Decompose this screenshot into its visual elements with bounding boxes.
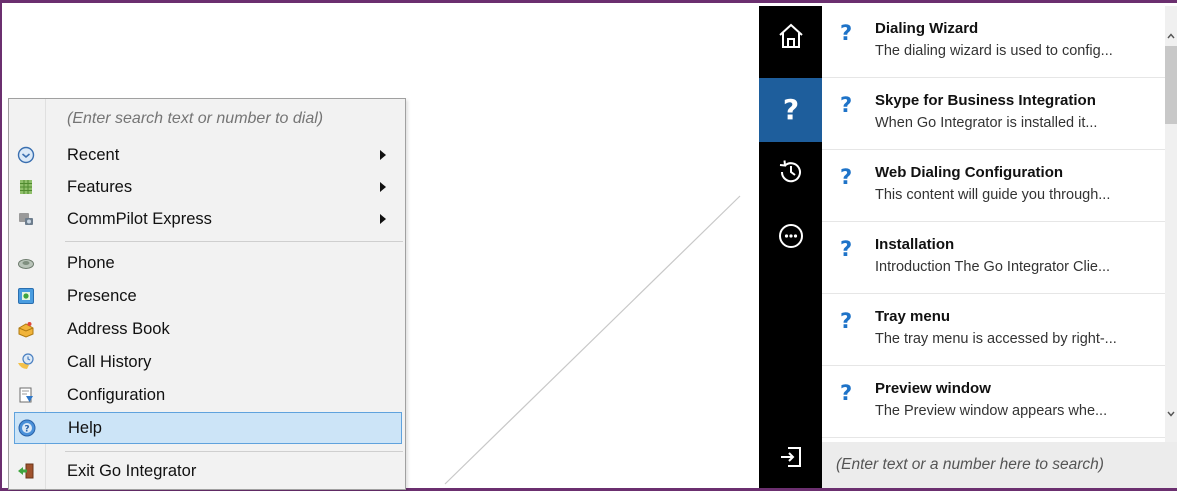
menu-item-phone[interactable]: Phone [9, 247, 405, 279]
article-summary: The Preview window appears whe... [875, 403, 1108, 419]
article-summary: Introduction The Go Integrator Clie... [875, 259, 1111, 275]
menu-item-configuration[interactable]: Configuration [9, 379, 405, 411]
frame-border-left [0, 0, 2, 491]
help-article-item[interactable]: ? Skype for Business Integration When Go… [822, 78, 1165, 150]
features-grid-icon [17, 178, 35, 196]
question-mark-icon: ? [840, 309, 853, 333]
menu-item-label: Features [67, 178, 133, 196]
question-mark-icon: ? [840, 237, 853, 261]
menu-separator [65, 451, 403, 452]
menu-item-exit-go-integrator[interactable]: Exit Go Integrator [9, 455, 405, 487]
menu-item-label: Phone [67, 254, 115, 272]
address-book-icon [17, 320, 35, 338]
dial-search-input[interactable] [67, 107, 367, 131]
menu-item-label: Exit Go Integrator [67, 462, 197, 480]
sidebar-help-button[interactable]: ? [759, 78, 822, 142]
home-icon [776, 21, 806, 56]
article-title: Preview window [875, 380, 991, 397]
help-search-bar [822, 442, 1177, 488]
scrollbar-thumb[interactable] [1165, 46, 1177, 124]
presence-icon [17, 287, 35, 305]
help-icon: ? [776, 91, 806, 130]
article-title: Dialing Wizard [875, 20, 979, 37]
article-title: Tray menu [875, 308, 951, 325]
menu-item-label: Help [68, 419, 102, 437]
clock-icon [17, 146, 35, 164]
help-search-input[interactable] [836, 453, 1166, 477]
menu-item-address-book[interactable]: Address Book [9, 313, 405, 345]
article-summary: This content will guide you through... [875, 187, 1111, 203]
help-article-item[interactable]: ? Preview window The Preview window appe… [822, 366, 1165, 438]
menu-item-label: Call History [67, 353, 152, 371]
phone-icon [17, 254, 35, 272]
commpilot-icon [17, 210, 35, 228]
frame-border-top [0, 0, 1177, 3]
article-title: Skype for Business Integration [875, 92, 1096, 109]
menu-item-features[interactable]: Features [9, 171, 405, 203]
help-article-item[interactable]: ? Tray menu The tray menu is accessed by… [822, 294, 1165, 366]
menu-separator [65, 241, 403, 242]
menu-item-label: Address Book [67, 320, 170, 338]
article-summary: The dialing wizard is used to config... [875, 43, 1113, 59]
submenu-arrow-icon [380, 214, 386, 224]
help-list-scrollbar[interactable] [1165, 6, 1177, 442]
article-summary: The tray menu is accessed by right-... [875, 331, 1117, 347]
article-summary: When Go Integrator is installed it... [875, 115, 1098, 131]
more-icon [776, 221, 806, 256]
help-article-list: ? Dialing Wizard The dialing wizard is u… [822, 6, 1165, 442]
article-title: Installation [875, 236, 955, 253]
menu-item-label: Presence [67, 287, 137, 305]
sidebar-more-button[interactable] [759, 206, 822, 270]
sidebar-sign-out-button[interactable] [759, 430, 822, 488]
chevron-up-icon[interactable] [1167, 26, 1175, 44]
menu-item-label: CommPilot Express [67, 210, 212, 228]
exit-icon [17, 462, 35, 480]
help-sidebar: ? [759, 6, 822, 488]
configuration-icon [17, 386, 35, 404]
help-icon: ? [18, 419, 36, 437]
sign-out-icon [778, 444, 804, 475]
sidebar-home-button[interactable] [759, 6, 822, 70]
submenu-arrow-icon [380, 150, 386, 160]
question-mark-icon: ? [840, 93, 853, 117]
article-title: Web Dialing Configuration [875, 164, 1064, 181]
menu-item-commpilot-express[interactable]: CommPilot Express [9, 203, 405, 235]
menu-item-call-history[interactable]: Call History [9, 346, 405, 378]
submenu-arrow-icon [380, 182, 386, 192]
help-article-item[interactable]: ? Installation Introduction The Go Integ… [822, 222, 1165, 294]
question-mark-icon: ? [840, 21, 853, 45]
chevron-down-icon[interactable] [1167, 404, 1175, 422]
menu-item-presence[interactable]: Presence [9, 280, 405, 312]
svg-text:?: ? [24, 425, 29, 435]
sidebar-history-button[interactable] [759, 142, 822, 206]
call-history-icon [17, 353, 35, 371]
svg-text:?: ? [782, 93, 798, 125]
question-mark-icon: ? [840, 165, 853, 189]
question-mark-icon: ? [840, 381, 853, 405]
menu-item-recent[interactable]: Recent [9, 139, 405, 171]
menu-item-label: Recent [67, 146, 120, 164]
history-icon [776, 157, 806, 192]
help-article-item[interactable]: ? Dialing Wizard The dialing wizard is u… [822, 6, 1165, 78]
menu-item-help[interactable]: ? Help [14, 412, 402, 444]
tray-context-menu: Recent Features CommPilot Express Phone [8, 98, 406, 490]
menu-item-label: Configuration [67, 386, 166, 404]
help-article-item[interactable]: ? Web Dialing Configuration This content… [822, 150, 1165, 222]
